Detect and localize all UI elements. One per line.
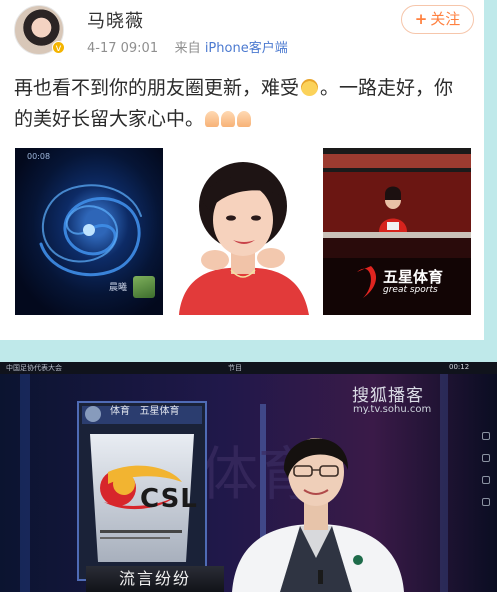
sohu-watermark-url: my.tv.sohu.com [353,404,432,415]
post-source-prefix: 来自 [174,41,201,56]
pray-emoji-icon [221,111,236,127]
post-text: 再也看不到你的朋友圈更新，难受 。一路走好，你的美好长留大家心中。 [14,73,469,135]
screen-channel-label: 体育 五星体育 [110,402,180,417]
post-image-studio[interactable]: 五星体育 great sports [323,148,471,315]
pray-emoji-icon [237,111,252,127]
weibo-post-card: v 马晓薇 4-17 09:01 来自 iPhone客户端 + 关注 再也看不到你… [0,0,484,340]
screen-label-1: 体育 [110,406,130,417]
screenshot-collage: v 马晓薇 4-17 09:01 来自 iPhone客户端 + 关注 再也看不到你… [0,0,497,592]
post-text-part1: 再也看不到你的朋友圈更新，难受 [14,77,300,99]
post-source[interactable]: iPhone客户端 [205,41,288,56]
screen-label-2: 五星体育 [139,406,180,417]
galaxy-caption: 晨曦 [109,283,128,293]
settings-icon[interactable] [482,454,490,462]
player-controls [480,432,492,522]
tv-logo-cn: 五星体育 [383,268,444,286]
video-frame[interactable]: 中国足协代表大会 节目 00:12 体育 体育 五星体育 CSL 搜狐播客 my… [0,362,497,592]
sohu-watermark: 搜狐播客 [352,386,424,406]
share-icon[interactable] [482,476,490,484]
post-meta: 4-17 09:01 来自 iPhone客户端 [87,37,288,56]
verified-badge-icon: v [52,41,65,54]
post-image-portrait[interactable] [169,148,317,315]
post-image-galaxy[interactable]: 00:08 晨曦 [15,148,163,315]
follow-button[interactable]: + 关注 [401,5,474,34]
video-status-mid: 节目 [228,364,242,372]
portrait-image [169,148,317,315]
mini-avatar [133,276,155,298]
post-date: 4-17 09:01 [87,41,159,56]
crying-emoji-icon [301,79,319,96]
tv-logo-en: great sports [383,285,438,295]
csl-logo-text: CSL [140,484,198,514]
video-status-title: 中国足协代表大会 [6,364,62,372]
plus-icon: + [414,10,428,28]
post-username[interactable]: 马晓薇 [87,7,144,33]
video-status-time: 00:12 [449,363,470,371]
news-caption-banner: 流言纷纷 [86,566,224,592]
video-status-bar: 中国足协代表大会 节目 00:12 [0,362,497,374]
pray-emoji-icon [205,111,220,127]
follow-label: 关注 [430,10,461,28]
volume-icon[interactable] [482,498,490,506]
fullscreen-icon[interactable] [482,432,490,440]
galaxy-timestamp: 00:08 [27,152,51,161]
